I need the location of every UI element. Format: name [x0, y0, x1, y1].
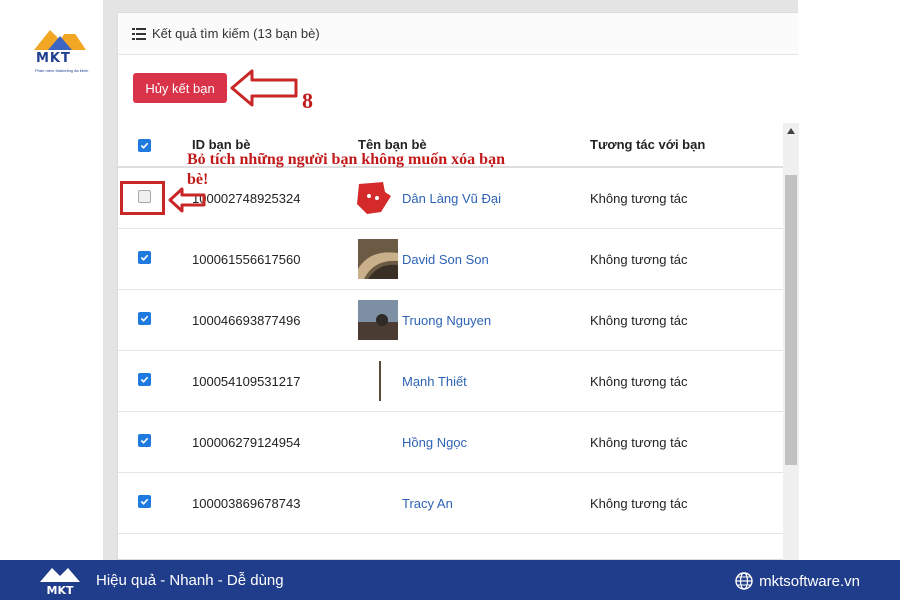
footer-slogan: Hiệu quả - Nhanh - Dễ dùng: [96, 572, 284, 589]
check-icon: [140, 315, 149, 322]
row-interaction: Không tương tác: [590, 252, 688, 267]
highlight-box-annotation: [120, 181, 165, 215]
scroll-up-arrow-icon[interactable]: [786, 127, 796, 135]
card-header-title: Kết quả tìm kiếm (13 bạn bè): [152, 26, 320, 41]
svg-text:MKT: MKT: [47, 584, 74, 597]
row-id: 100061556617560: [192, 252, 301, 267]
check-icon: [140, 142, 149, 149]
globe-icon: [735, 572, 753, 590]
row-name-link[interactable]: David Son Son: [402, 252, 489, 267]
row-checkbox[interactable]: [138, 495, 151, 508]
avatar: [358, 300, 398, 340]
select-all-checkbox[interactable]: [138, 139, 151, 152]
check-icon: [140, 498, 149, 505]
step-number-annotation: 8: [302, 88, 313, 113]
table-row[interactable]: 100046693877496 Truong Nguyen Không tươn…: [118, 290, 799, 351]
row-id: 100003869678743: [192, 496, 301, 511]
row-id: 100002748925324: [192, 191, 301, 206]
header-interaction: Tương tác với bạn: [590, 137, 706, 152]
row-name-link[interactable]: Dân Làng Vũ Đại: [402, 191, 501, 206]
check-icon: [140, 376, 149, 383]
row-interaction: Không tương tác: [590, 191, 688, 206]
unfriend-button[interactable]: Hủy kết bạn: [133, 73, 227, 103]
check-icon: [140, 437, 149, 444]
row-name-link[interactable]: Tracy An: [402, 496, 453, 511]
list-icon: [132, 27, 146, 40]
avatar: [358, 239, 398, 279]
table-row[interactable]: 100003869678743 Tracy An Không tương tác: [118, 473, 799, 534]
avatar: [379, 361, 381, 401]
row-interaction: Không tương tác: [590, 374, 688, 389]
logo-brand-text: MKT: [36, 51, 71, 66]
left-arrow-annotation-icon: [230, 69, 298, 107]
footer-website-text[interactable]: mktsoftware.vn: [759, 573, 860, 590]
row-checkbox[interactable]: [138, 251, 151, 264]
check-icon: [140, 254, 149, 261]
row-interaction: Không tương tác: [590, 496, 688, 511]
row-interaction: Không tương tác: [590, 313, 688, 328]
row-id: 100054109531217: [192, 374, 301, 389]
footer-banner: MKT Hiệu quả - Nhanh - Dễ dùng mktsoftwa…: [0, 560, 900, 600]
table-row[interactable]: 100054109531217 Mạnh Thiết Không tương t…: [118, 351, 799, 412]
instruction-annotation: Bỏ tích những người bạn không muốn xóa b…: [187, 151, 505, 188]
row-checkbox[interactable]: [138, 373, 151, 386]
footer-website[interactable]: mktsoftware.vn: [735, 572, 860, 590]
screenshot-panel: Kết quả tìm kiếm (13 bạn bè) Hủy kết bạn…: [103, 0, 799, 561]
row-name-link[interactable]: Mạnh Thiết: [402, 374, 467, 389]
logo-tagline: Phần mềm Marketing đa kênh: [35, 68, 89, 73]
mkt-footer-logo-icon: MKT: [40, 568, 80, 597]
mountain-logo-icon: [34, 26, 86, 50]
mkt-logo: MKT Phần mềm Marketing đa kênh: [30, 24, 90, 76]
results-card: Kết quả tìm kiếm (13 bạn bè) Hủy kết bạn…: [117, 12, 799, 561]
row-id: 100046693877496: [192, 313, 301, 328]
row-interaction: Không tương tác: [590, 435, 688, 450]
row-checkbox[interactable]: [138, 434, 151, 447]
table-row[interactable]: 100061556617560 David Son Son Không tươn…: [118, 229, 799, 290]
table-scrollbar[interactable]: [783, 123, 799, 561]
row-name-link[interactable]: Hồng Ngọc: [402, 435, 467, 450]
row-checkbox[interactable]: [138, 312, 151, 325]
row-id: 100006279124954: [192, 435, 301, 450]
table-row[interactable]: 100006279124954 Hồng Ngọc Không tương tá…: [118, 412, 799, 473]
row-name-link[interactable]: Truong Nguyen: [402, 313, 491, 328]
left-arrow-annotation-icon: [168, 187, 206, 213]
scrollbar-thumb[interactable]: [785, 175, 797, 465]
card-header: Kết quả tìm kiếm (13 bạn bè): [118, 13, 798, 55]
